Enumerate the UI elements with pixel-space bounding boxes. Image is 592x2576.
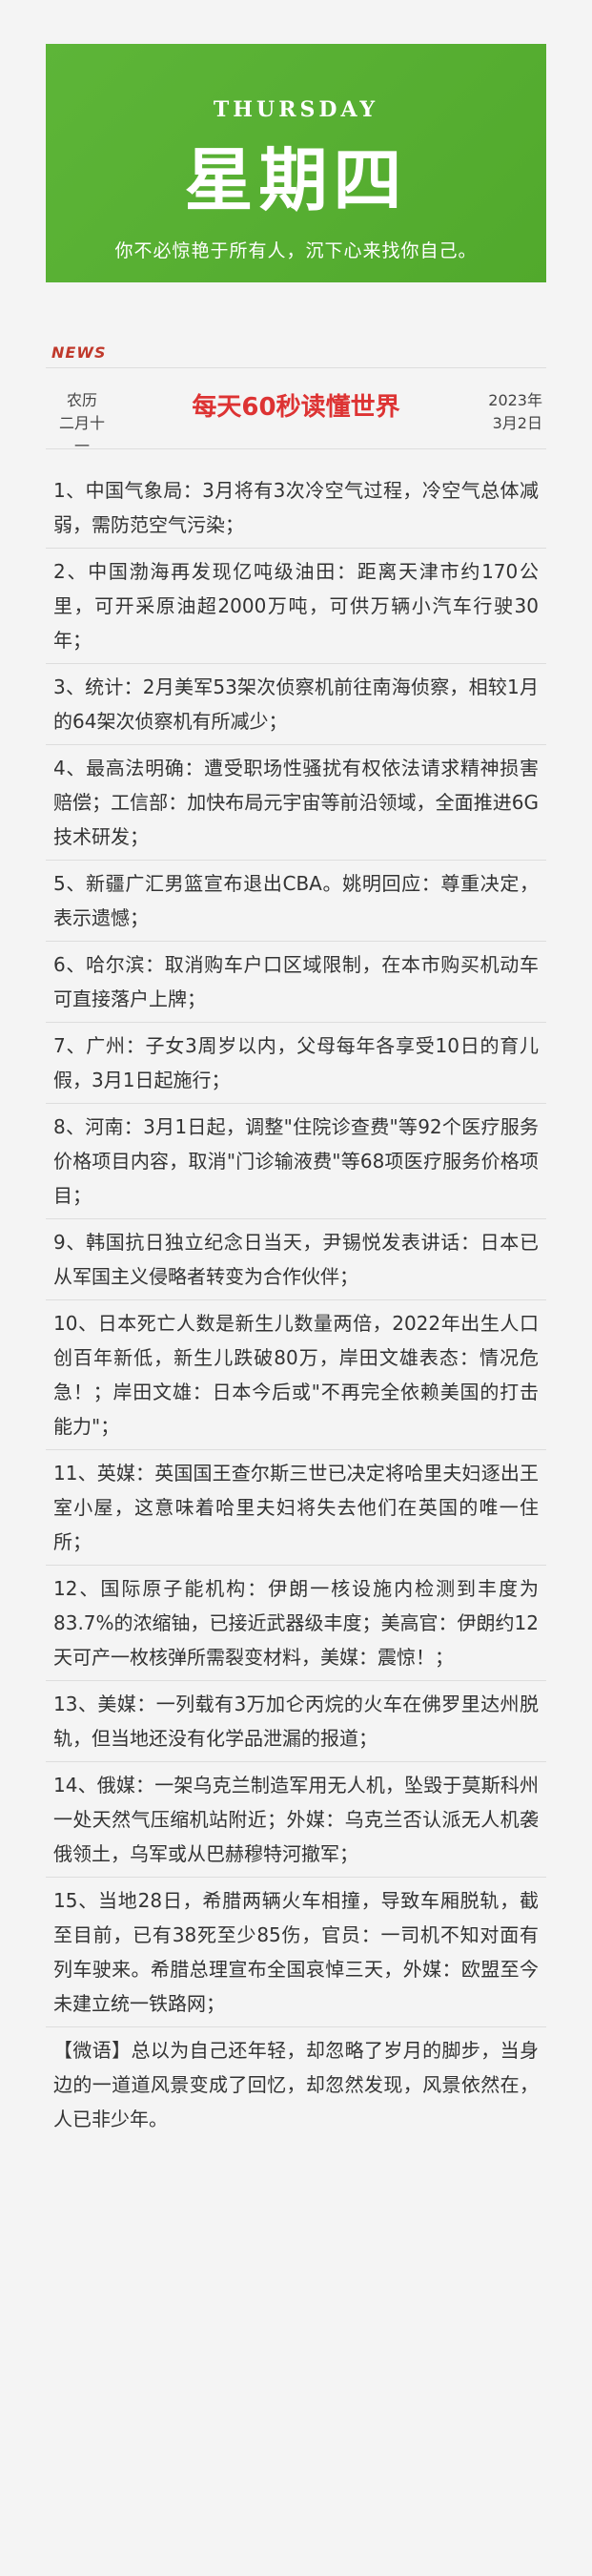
news-item: 6、哈尔滨：取消购车户口区域限制，在本市购买机动车可直接落户上牌；: [46, 942, 546, 1023]
news-item: 9、韩国抗日独立纪念日当天，尹锡悦发表讲话：日本已从军国主义侵略者转变为合作伙伴…: [46, 1219, 546, 1300]
page: THURSDAY 星期四 你不必惊艳于所有人，沉下心来找你自己。 NEWS 农历…: [0, 0, 592, 2576]
weekday-english: THURSDAY: [213, 97, 379, 122]
news-item: 8、河南：3月1日起，调整"住院诊查费"等92个医疗服务价格项目内容，取消"门诊…: [46, 1104, 546, 1219]
news-item: 2、中国渤海再发现亿吨级油田：距离天津市约170公里，可开采原油超2000万吨，…: [46, 549, 546, 664]
page-title: 每天60秒读懂世界: [192, 393, 400, 422]
month-day: 3月2日: [492, 414, 542, 432]
news-item: 5、新疆广汇男篮宣布退出CBA。姚明回应：尊重决定，表示遗憾；: [46, 861, 546, 942]
weekday-chinese: 星期四: [184, 139, 408, 220]
news-item: 14、俄媒：一架乌克兰制造军用无人机，坠毁于莫斯科州一处天然气压缩机站附近；外媒…: [46, 1762, 546, 1878]
news-list: 1、中国气象局：3月将有3次冷空气过程，冷空气总体减弱，需防范空气污染； 2、中…: [46, 467, 546, 2142]
header-banner: THURSDAY 星期四 你不必惊艳于所有人，沉下心来找你自己。: [46, 44, 546, 282]
news-item: 13、美媒：一列载有3万加仑丙烷的火车在佛罗里达州脱轨，但当地还没有化学品泄漏的…: [46, 1681, 546, 1762]
divider-bottom: [46, 448, 546, 449]
news-item: 3、统计：2月美军53架次侦察机前往南海侦察，相较1月的64架次侦察机有所减少；: [46, 664, 546, 745]
motto: 你不必惊艳于所有人，沉下心来找你自己。: [114, 240, 478, 261]
year: 2023年: [488, 391, 542, 409]
gregorian-date: 2023年 3月2日: [488, 389, 542, 435]
news-item: 11、英媒：英国国王查尔斯三世已决定将哈里夫妇逐出王室小屋，这意味着哈里夫妇将失…: [46, 1450, 546, 1566]
news-item: 4、最高法明确：遭受职场性骚扰有权依法请求精神损害赔偿；工信部：加快布局元宇宙等…: [46, 745, 546, 861]
daily-quote: 【微语】总以为自己还年轻，却忽略了岁月的脚步，当身边的一道道风景变成了回忆，却忽…: [53, 2039, 539, 2130]
date-header: 农历 二月十一 每天60秒读懂世界 2023年 3月2日: [46, 368, 546, 455]
news-tag: NEWS: [51, 343, 107, 362]
news-item: 7、广州：子女3周岁以内，父母每年各享受10日的育儿假，3月1日起施行；: [46, 1023, 546, 1104]
news-item: 1、中国气象局：3月将有3次冷空气过程，冷空气总体减弱，需防范空气污染；: [46, 467, 546, 549]
news-item: 12、国际原子能机构：伊朗一核设施内检测到丰度为83.7%的浓缩铀，已接近武器级…: [46, 1566, 546, 1681]
news-item: 15、当地28日，希腊两辆火车相撞，导致车厢脱轨，截至目前，已有38死至少85伤…: [46, 1878, 546, 2027]
news-item: 10、日本死亡人数是新生儿数量两倍，2022年出生人口创百年新低，新生儿跌破80…: [46, 1300, 546, 1450]
